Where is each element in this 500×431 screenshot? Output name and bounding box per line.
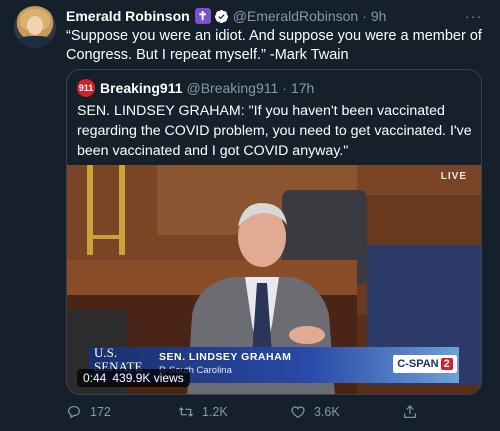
author-name[interactable]: Emerald Robinson	[66, 8, 190, 24]
like-button[interactable]: 3.6K	[290, 404, 340, 420]
quoted-author-handle[interactable]: @Breaking911	[187, 80, 279, 96]
quoted-tweet[interactable]: 911 Breaking911 @Breaking911 · 17h SEN. …	[66, 69, 482, 395]
tweet-header: Emerald Robinson ✝ @EmeraldRobinson · 9h	[66, 8, 386, 24]
action-bar: 172 1.2K 3.6K	[66, 402, 486, 422]
quoted-author-name[interactable]: Breaking911	[100, 80, 183, 96]
reply-icon	[68, 406, 80, 419]
network-text: C-SPAN	[397, 358, 439, 370]
quoted-separator: ·	[282, 80, 287, 96]
like-count: 3.6K	[314, 405, 340, 419]
quoted-header: 911 Breaking911 @Breaking911 · 17h	[77, 79, 314, 97]
tweet[interactable]: Emerald Robinson ✝ @EmeraldRobinson · 9h…	[0, 0, 500, 431]
retweet-count: 1.2K	[202, 405, 228, 419]
video-duration: 0:44	[83, 371, 107, 385]
network-logo: C-SPAN 2	[393, 355, 457, 373]
verified-icon	[214, 9, 228, 23]
more-options-icon[interactable]: ···	[465, 8, 482, 24]
tweet-text: “Suppose you were an idiot. And suppose …	[66, 28, 482, 63]
network-number: 2	[440, 358, 453, 370]
video-stats-badge: 0:44 439.9K views	[77, 369, 190, 387]
quoted-timestamp[interactable]: 17h	[291, 80, 314, 96]
retweet-icon	[178, 407, 194, 417]
live-label: LIVE	[440, 171, 467, 182]
share-button[interactable]	[402, 404, 426, 420]
header-separator: ·	[362, 8, 367, 24]
quoted-avatar[interactable]: 911	[77, 79, 95, 97]
reply-button[interactable]: 172	[66, 404, 111, 420]
quoted-text: SEN. LINDSEY GRAHAM: "If you haven't bee…	[77, 103, 472, 159]
reply-count: 172	[90, 405, 111, 419]
heart-icon	[291, 406, 305, 419]
author-avatar[interactable]	[14, 6, 56, 48]
tweet-timestamp[interactable]: 9h	[371, 8, 387, 24]
share-icon	[404, 405, 416, 418]
author-handle[interactable]: @EmeraldRobinson	[233, 8, 359, 24]
chyron-name: SEN. LINDSEY GRAHAM	[159, 351, 292, 363]
video-player[interactable]: LIVE U.S. SENATE SEN. LINDSEY GRAHAM R-S…	[67, 165, 481, 394]
video-views: 439.9K views	[112, 371, 184, 385]
cross-icon: ✝	[194, 8, 211, 24]
retweet-button[interactable]: 1.2K	[178, 404, 228, 420]
